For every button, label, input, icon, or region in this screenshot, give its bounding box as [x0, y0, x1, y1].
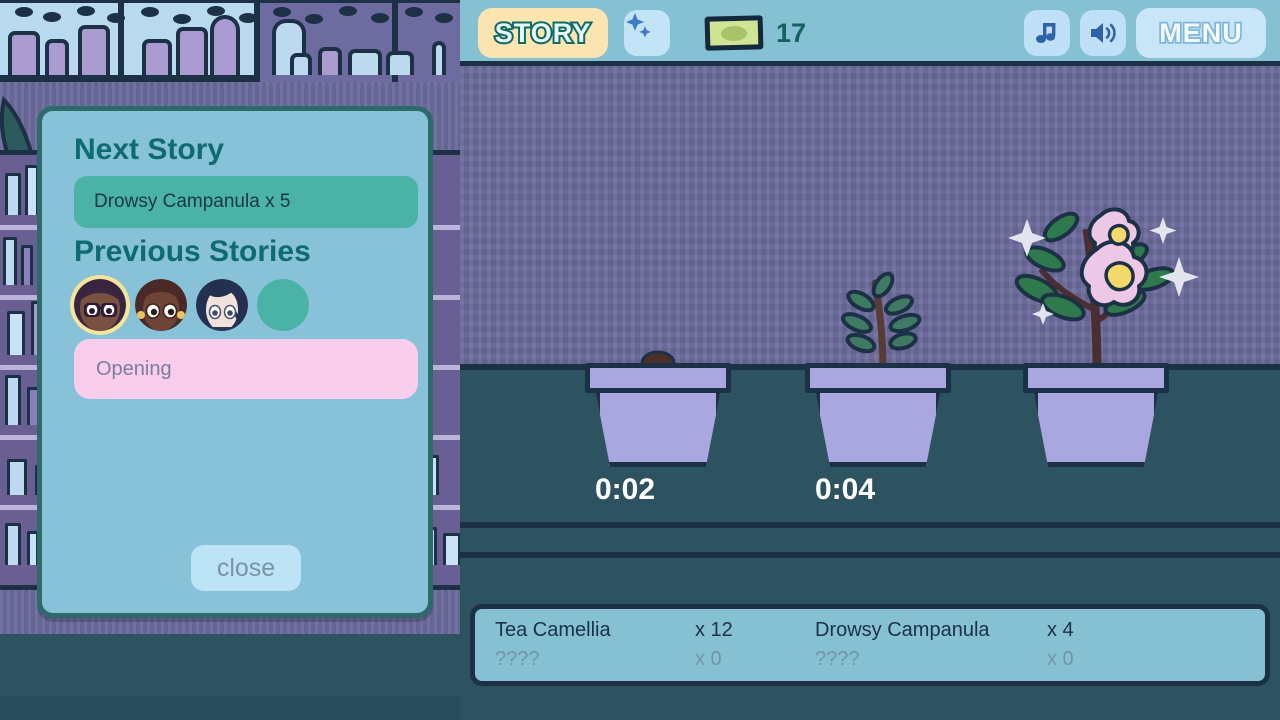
- avatar-character-2[interactable]: [135, 279, 187, 331]
- menu-button[interactable]: MENU: [1136, 8, 1266, 58]
- plant-pot-1[interactable]: 0:02: [585, 350, 731, 506]
- inventory-item-name: Tea Camellia: [495, 619, 611, 641]
- box-decor: [386, 51, 414, 75]
- selected-story-label: Opening: [96, 357, 172, 380]
- jar-decor: [142, 39, 172, 75]
- sparkles-button[interactable]: [624, 10, 670, 56]
- story-dialog: Next Story Drowsy Campanula x 5 Previous…: [37, 106, 433, 618]
- close-label: close: [216, 553, 276, 582]
- jar-decor: [45, 39, 69, 75]
- inventory-item-name-locked: ????: [495, 648, 540, 670]
- inventory-item-qty: x 4: [1047, 619, 1074, 641]
- avatar-character-1[interactable]: [74, 279, 126, 331]
- inventory-panel: Tea Camellia x 12 Drowsy Campanula x 4 ?…: [470, 604, 1270, 686]
- music-toggle-button[interactable]: [1024, 10, 1070, 56]
- close-button[interactable]: close: [191, 545, 301, 591]
- avatar-empty-slot[interactable]: [257, 279, 309, 331]
- menu-label: MENU: [1158, 16, 1244, 50]
- next-story-title: Next Story: [74, 133, 225, 166]
- game-screen: 0:02 0:04 Tea Camellia x 12 Drowsy Campa…: [0, 0, 1280, 720]
- music-note-icon: [1036, 23, 1056, 43]
- jar-decor: [290, 53, 312, 75]
- avatar: [135, 279, 187, 331]
- seedling-icon: [841, 271, 922, 367]
- story-label: STORY: [493, 16, 593, 50]
- inventory-item-qty-locked: x 0: [695, 648, 722, 670]
- jar-decor: [78, 25, 110, 75]
- blooming-plant-icon: [1008, 207, 1199, 369]
- inventory-item-qty: x 12: [695, 619, 733, 641]
- selected-story-field[interactable]: Opening: [74, 339, 418, 399]
- money-display: 17: [704, 10, 807, 56]
- box-decor: [348, 49, 382, 75]
- previous-stories-title: Previous Stories: [74, 235, 311, 268]
- bottle-decor: [432, 41, 446, 75]
- next-story-requirement-field[interactable]: Drowsy Campanula x 5: [74, 176, 418, 228]
- sound-toggle-button[interactable]: [1080, 10, 1126, 56]
- story-button[interactable]: STORY: [478, 8, 608, 58]
- next-story-requirement-text: Drowsy Campanula x 5: [94, 191, 291, 212]
- shop-floor-shadow: [0, 696, 460, 720]
- money-bill-icon: [704, 15, 764, 51]
- plant-pot-3[interactable]: [1008, 207, 1199, 471]
- inventory-item-name-locked: ????: [815, 648, 860, 670]
- inventory-item-qty-locked: x 0: [1047, 648, 1074, 670]
- avatar: [196, 279, 248, 331]
- top-window-shelf: [0, 0, 460, 82]
- pot-timer-1: 0:02: [595, 473, 656, 506]
- previous-stories-avatars: [74, 279, 309, 331]
- potted-plant-decor: [318, 47, 342, 75]
- garden-area: 0:02 0:04 Tea Camellia x 12 Drowsy Campa…: [460, 0, 1280, 720]
- money-value: 17: [776, 17, 807, 48]
- avatar-character-3[interactable]: [196, 279, 248, 331]
- sparkles-icon: [626, 13, 651, 38]
- avatar: [74, 279, 126, 331]
- hanging-vine-icon: [0, 0, 460, 24]
- speaker-volume-icon: [1091, 23, 1116, 43]
- top-bar: STORY 17 MENU: [460, 0, 1280, 66]
- inventory-item-name: Drowsy Campanula: [815, 619, 990, 641]
- jar-decor: [176, 27, 208, 75]
- pot-timer-2: 0:04: [815, 473, 876, 506]
- counter-band: [460, 528, 1280, 552]
- plant-pot-2[interactable]: 0:04: [805, 271, 951, 506]
- jar-decor: [8, 31, 40, 75]
